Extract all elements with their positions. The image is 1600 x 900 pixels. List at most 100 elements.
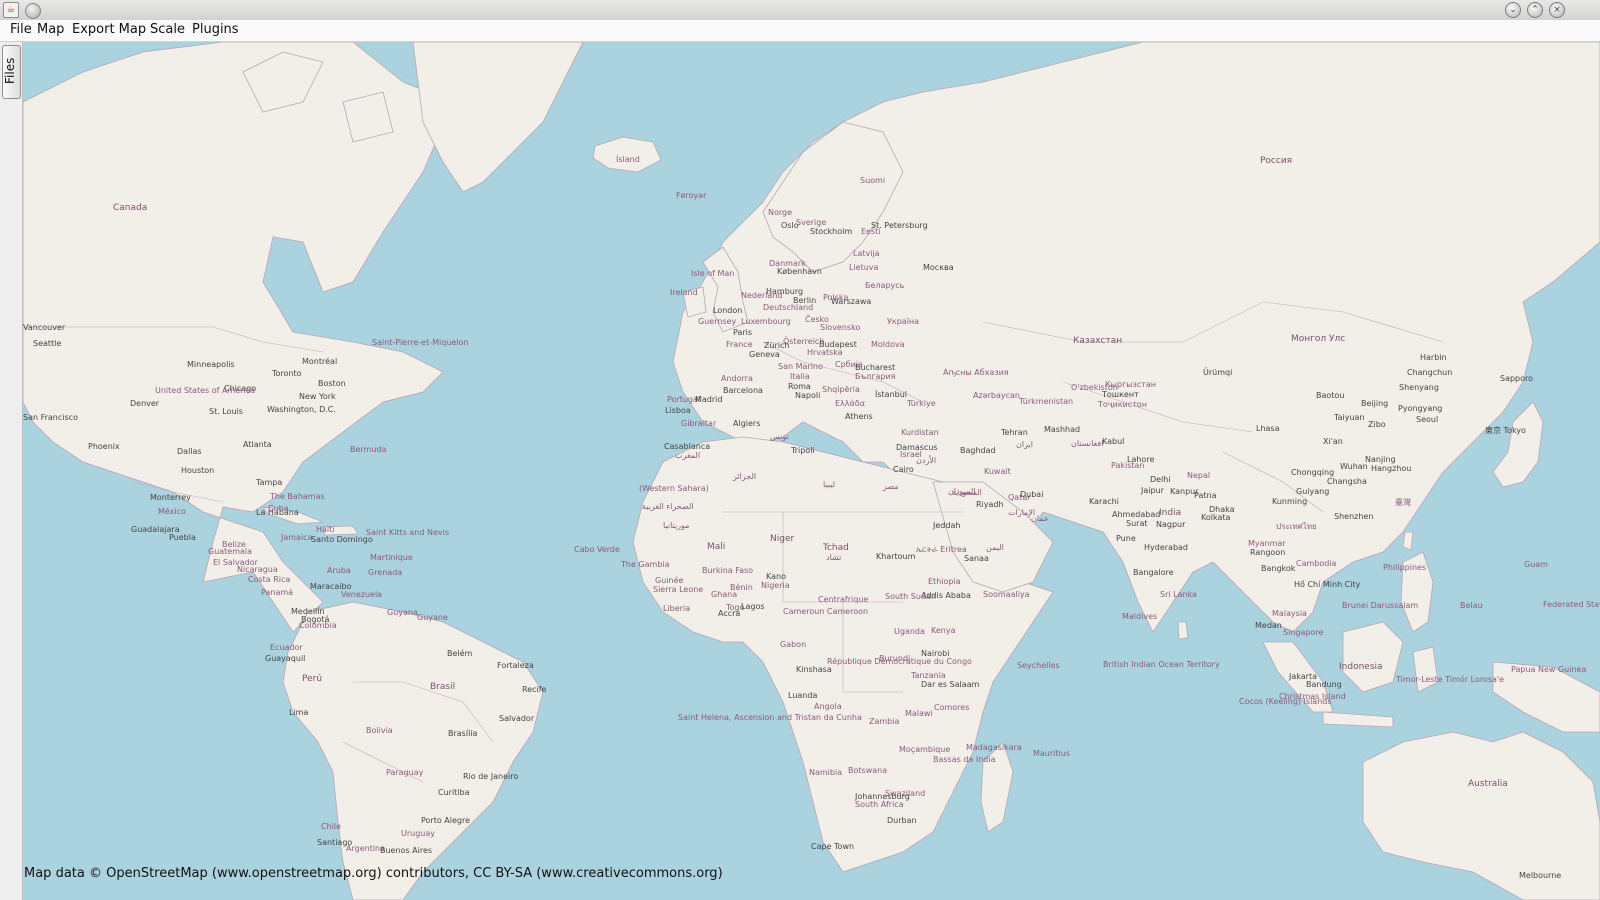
menu-export-map[interactable]: Export Map (72, 22, 146, 37)
label-caboverde: Cabo Verde (574, 545, 620, 554)
label-stlouis: St. Louis (209, 407, 243, 416)
label-slovensko: Slovensko (820, 323, 860, 332)
label-bangalore: Bangalore (1133, 568, 1174, 577)
label-oman: عمان (1031, 514, 1049, 523)
label-khartoum: Khartoum (876, 552, 916, 561)
menu-file[interactable]: File (10, 22, 32, 37)
label-island: Ísland (616, 153, 640, 164)
label-namibia: Namibia (809, 768, 842, 777)
label-cairo: Cairo (893, 465, 914, 474)
label-martinique: Martinique (370, 553, 413, 562)
files-tab[interactable]: Files (2, 45, 21, 99)
label-isleofman: Isle of Man (691, 269, 734, 278)
label-guyane: Guyane (417, 613, 448, 622)
label-srilanka: Sri Lanka (1160, 590, 1197, 599)
label-mauritania: موريتانيا (663, 521, 689, 530)
label-malawi: Malawi (905, 709, 933, 718)
label-aruba: Aruba (327, 566, 351, 575)
label-daressalaam: Dar es Salaam (921, 680, 980, 689)
label-italia: Italia (790, 372, 810, 381)
label-montreal: Montréal (302, 356, 337, 366)
label-ethiopia: Ethiopia (928, 577, 961, 586)
label-biot: British Indian Ocean Territory (1103, 660, 1220, 669)
minimize-button[interactable]: ⌄ (1505, 2, 1521, 18)
label-andorra: Andorra (721, 374, 753, 383)
label-comores: Comores (934, 703, 969, 712)
label-delhi: Delhi (1150, 475, 1171, 484)
label-suomi: Suomi (860, 176, 885, 185)
label-accra: Accra (718, 609, 740, 618)
label-ireland: Ireland (670, 288, 698, 297)
label-nederland: Nederland (741, 291, 782, 300)
label-changchun: Changchun (1407, 368, 1452, 377)
label-grenada: Grenada (368, 568, 402, 577)
label-chongqing: Chongqing (1291, 468, 1334, 477)
label-eritrea: ኤርትራ Eritrea (916, 545, 967, 554)
label-micronesia: Federated States of Micronesia (1543, 600, 1600, 609)
label-belarus: Беларусь (865, 281, 905, 290)
maximize-button[interactable]: ⌃ (1527, 2, 1543, 18)
label-latvija: Latvija (853, 249, 880, 258)
label-belem: Belém (447, 648, 473, 658)
label-geneva: Geneva (749, 350, 780, 359)
label-southsudan: South Sudan (885, 592, 936, 601)
label-saudi: السعودية (952, 488, 982, 497)
map-view[interactable]: Ísland Føroyar Canada Россия Suomi Norge… (23, 42, 1600, 900)
label-seychelles: Seychelles (1017, 661, 1060, 670)
label-zibo: Zibo (1368, 420, 1386, 429)
label-xian: Xi'an (1323, 437, 1343, 446)
label-sapporo: Sapporo (1500, 374, 1533, 383)
label-lhasa: Lhasa (1256, 424, 1280, 433)
label-jaipur: Jaipur (1140, 486, 1165, 495)
label-somalia: Soomaaliya (983, 590, 1030, 599)
label-deutschland: Deutschland (763, 303, 813, 312)
label-kabul: Kabul (1102, 437, 1124, 446)
label-madrid: Madrid (695, 395, 722, 404)
label-mocambique: Moçambique (899, 745, 950, 754)
label-jakarta: Jakarta (1288, 672, 1317, 681)
label-tehran: Tehran (1000, 428, 1028, 437)
label-guernsey: Guernsey (698, 317, 737, 326)
label-misr: مصر (882, 482, 899, 491)
label-guatemala: Guatemala (208, 547, 252, 556)
menu-scale[interactable]: Scale (150, 22, 185, 37)
label-kuwait: Kuwait (984, 467, 1011, 476)
label-brasil: Brasil (430, 682, 455, 692)
label-moldova: Moldova (871, 340, 905, 349)
label-bermuda: Bermuda (350, 445, 387, 454)
label-cambodia: Cambodia (1296, 559, 1337, 568)
label-mongol: Монгол Улс (1291, 334, 1345, 344)
label-benin: Bénin (730, 582, 753, 592)
menu-map[interactable]: Map (37, 22, 64, 37)
label-kano: Kano (766, 572, 786, 581)
label-nepal: Nepal (1187, 471, 1210, 480)
close-button[interactable]: × (1549, 2, 1565, 18)
label-bolivia: Bolivia (366, 726, 393, 735)
label-tripoli: Tripoli (790, 446, 815, 455)
label-colombia: Colombia (299, 621, 337, 630)
label-southafrica: South Africa (855, 800, 904, 809)
label-lagos: Lagos (741, 602, 765, 611)
label-indonesia: Indonesia (1339, 662, 1383, 672)
menu-plugins[interactable]: Plugins (192, 22, 239, 37)
label-saintkitts: Saint Kitts and Nevis (366, 528, 449, 537)
label-balgaria: България (855, 372, 896, 381)
window-menu-button[interactable] (25, 3, 41, 19)
label-lahore: Lahore (1127, 455, 1154, 464)
label-haiti: Haïti (316, 525, 335, 534)
label-wuhan: Wuhan (1340, 462, 1368, 471)
label-tampa: Tampa (255, 478, 282, 487)
label-paris: Paris (733, 328, 752, 337)
label-oslo: Oslo (781, 221, 799, 230)
label-guayaquil: Guayaquil (265, 654, 305, 663)
label-dhaka: Dhaka (1209, 505, 1235, 514)
label-washington: Washington, D.C. (267, 405, 336, 414)
label-shenzhen: Shenzhen (1334, 512, 1373, 521)
label-seattle: Seattle (33, 339, 61, 348)
label-timorleste: Timor-Leste Timór Lorosa'e (1395, 674, 1504, 684)
label-kunming: Kunming (1272, 497, 1307, 506)
label-nigeria: Nigeria (761, 581, 790, 590)
label-fortaleza: Fortaleza (497, 661, 534, 670)
label-venezuela: Venezuela (341, 590, 382, 599)
label-botswana: Botswana (848, 766, 887, 775)
